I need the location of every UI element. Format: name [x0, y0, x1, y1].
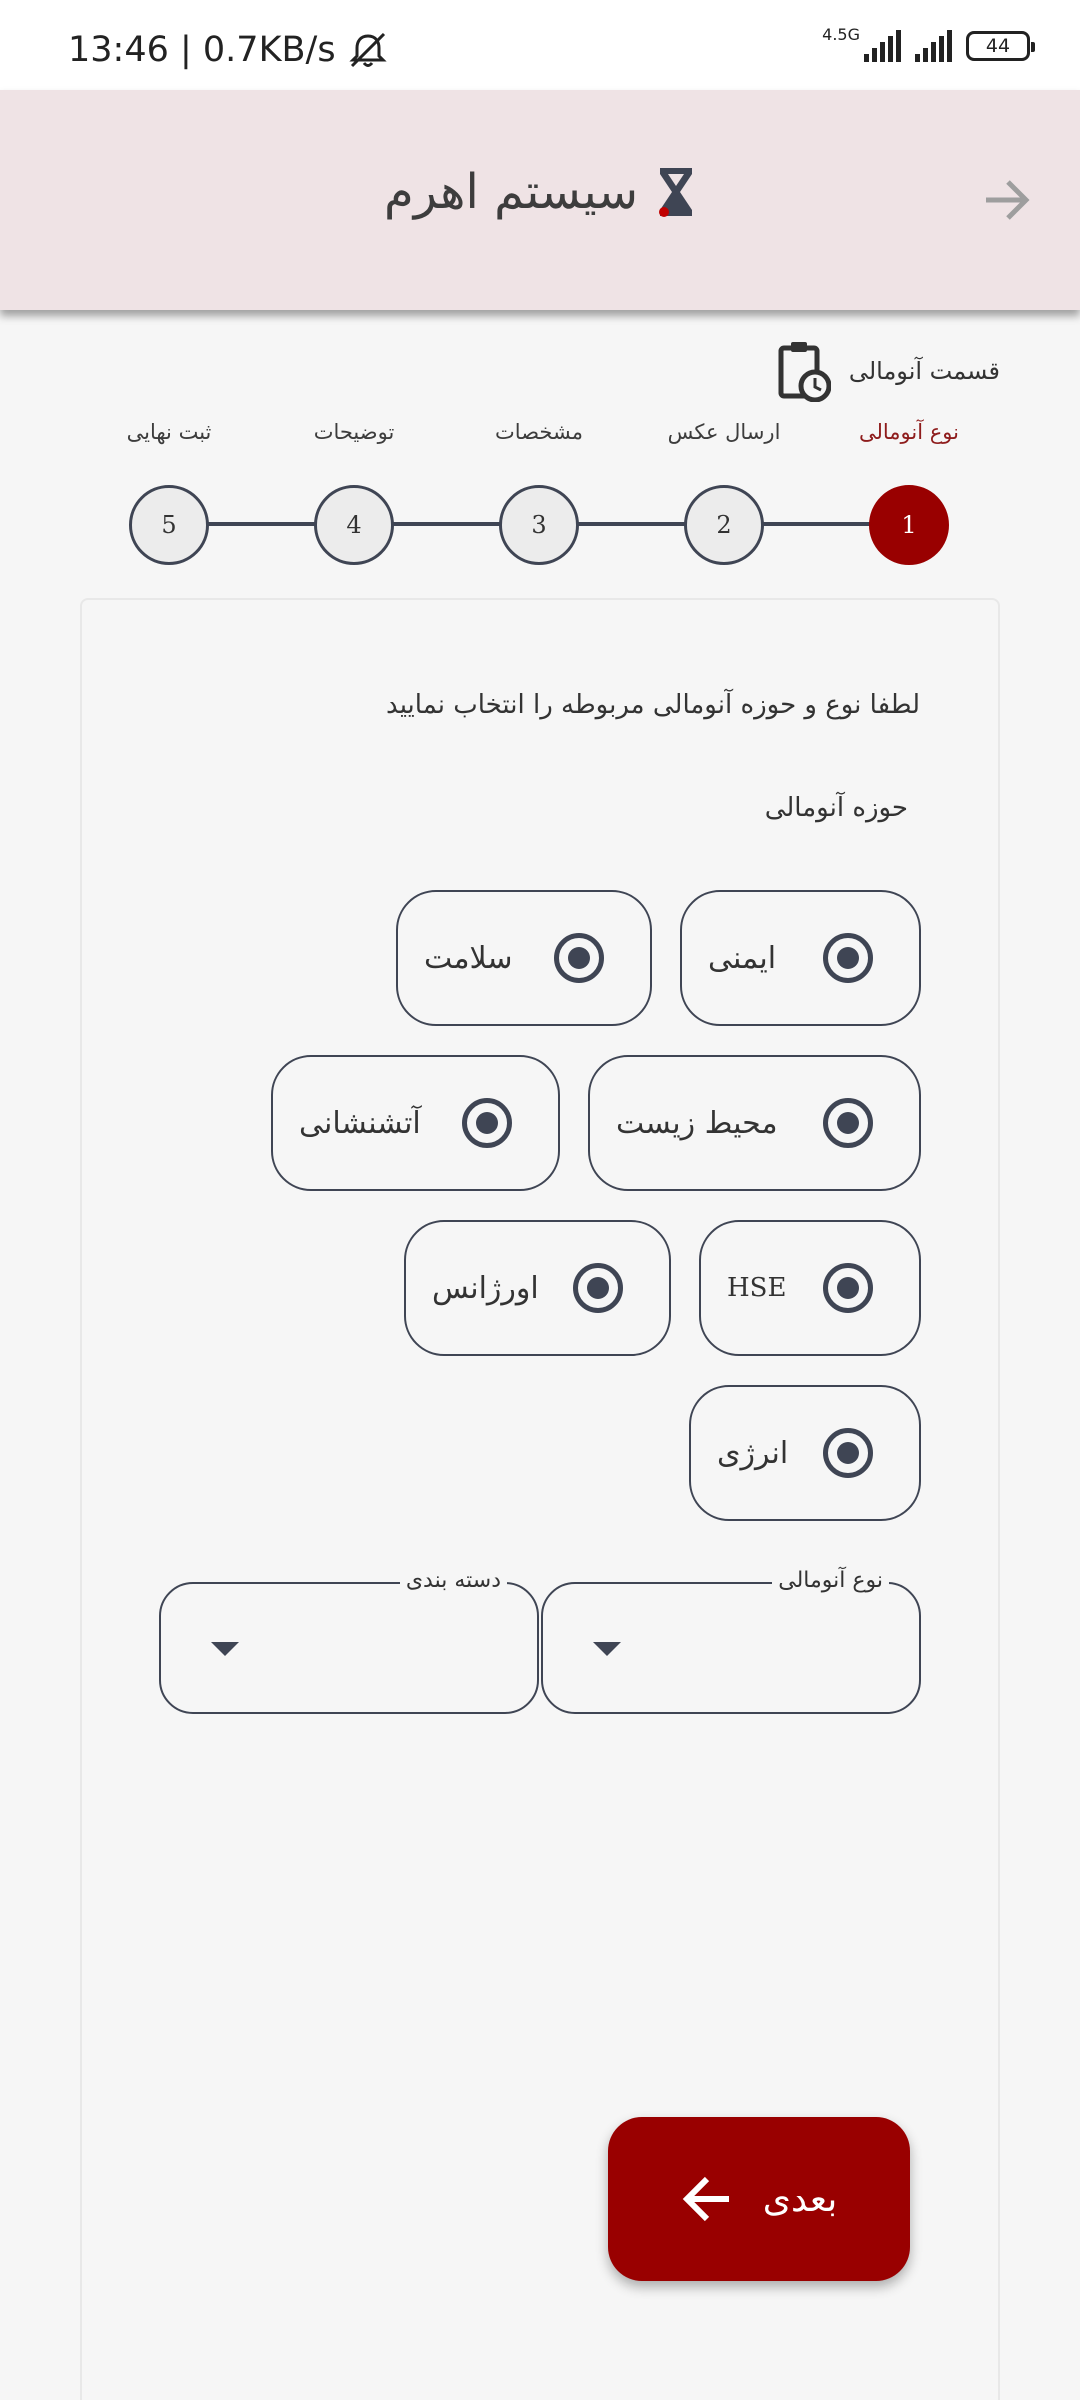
category-label: دسته بندی [399, 1568, 507, 1593]
option-label: آتشنشانی [299, 1105, 421, 1141]
status-left: 13:46 | 0.7KB/s [68, 30, 390, 70]
caret-down-icon [211, 1642, 239, 1656]
option-safety[interactable]: ایمنی [680, 890, 921, 1026]
option-emergency[interactable]: اورژانس [404, 1220, 671, 1356]
step-label-2: ارسال عکس [667, 420, 781, 444]
signal-icon [864, 30, 901, 62]
radio-icon [823, 933, 873, 983]
radio-icon [462, 1098, 512, 1148]
battery-level: 44 [985, 35, 1011, 57]
category-dropdown[interactable]: دسته بندی [159, 1568, 539, 1714]
step-label-4: توضیحات [313, 420, 395, 444]
step-number: 2 [716, 511, 732, 539]
app-bar: سیستم اهرم [0, 90, 1080, 310]
option-health[interactable]: سلامت [396, 890, 652, 1026]
option-label: ایمنی [708, 940, 777, 976]
arrow-left-icon [682, 2176, 729, 2222]
option-environment[interactable]: محیط زیست [588, 1055, 921, 1191]
step-label-1: نوع آنومالی [859, 420, 959, 444]
step-2[interactable]: 2 [684, 485, 764, 565]
instruction-text: لطفا نوع و حوزه آنومالی مربوطه را انتخاب… [386, 690, 920, 720]
option-label: انرژی [717, 1435, 789, 1471]
next-button[interactable]: بعدی [608, 2117, 910, 2281]
app-title: سیستم اهرم [383, 164, 639, 220]
field-title: حوزه آنومالی [764, 793, 908, 823]
section-header: قسمت آنومالی [775, 340, 1000, 402]
battery-icon: 44 [966, 31, 1035, 61]
signal-icon [915, 30, 952, 62]
option-label: سلامت [424, 940, 513, 976]
option-label: HSE [727, 1273, 787, 1303]
step-5[interactable]: 5 [129, 485, 209, 565]
status-time-speed: 13:46 | 0.7KB/s [68, 30, 336, 70]
step-label-5: ثبت نهایی [126, 420, 212, 444]
radio-icon [823, 1428, 873, 1478]
next-button-label: بعدی [762, 2178, 838, 2220]
option-label: اورژانس [432, 1270, 539, 1306]
radio-icon [823, 1098, 873, 1148]
anomaly-type-dropdown[interactable]: نوع آنومالی [541, 1568, 921, 1714]
anomaly-type-label: نوع آنومالی [772, 1568, 889, 1593]
step-number: 3 [531, 511, 547, 539]
option-hse[interactable]: HSE [699, 1220, 921, 1356]
status-right: 4.5G 44 [822, 25, 1035, 62]
step-3[interactable]: 3 [499, 485, 579, 565]
status-bar: 13:46 | 0.7KB/s 4.5G 44 [0, 0, 1080, 90]
step-number: 5 [161, 511, 177, 539]
arrow-right-icon[interactable] [982, 178, 1032, 222]
caret-down-icon [593, 1642, 621, 1656]
radio-icon [554, 933, 604, 983]
step-number: 1 [901, 511, 917, 539]
step-4[interactable]: 4 [314, 485, 394, 565]
option-firefighting[interactable]: آتشنشانی [271, 1055, 560, 1191]
radio-icon [573, 1263, 623, 1313]
step-label-3: مشخصات [495, 420, 583, 444]
stepper: نوع آنومالی ارسال عکس مشخصات توضیحات ثبت… [0, 420, 1080, 580]
clipboard-clock-icon [778, 342, 831, 402]
ahram-logo-icon [659, 168, 693, 217]
option-label: محیط زیست [616, 1105, 778, 1141]
option-energy[interactable]: انرژی [689, 1385, 921, 1521]
network-type: 4.5G [822, 24, 860, 44]
step-number: 4 [346, 511, 362, 539]
mute-bell-icon [348, 32, 387, 68]
app-title-group: سیستم اهرم [0, 164, 1080, 220]
section-label: قسمت آنومالی [848, 357, 1000, 385]
radio-icon [823, 1263, 873, 1313]
step-1[interactable]: 1 [869, 485, 949, 565]
